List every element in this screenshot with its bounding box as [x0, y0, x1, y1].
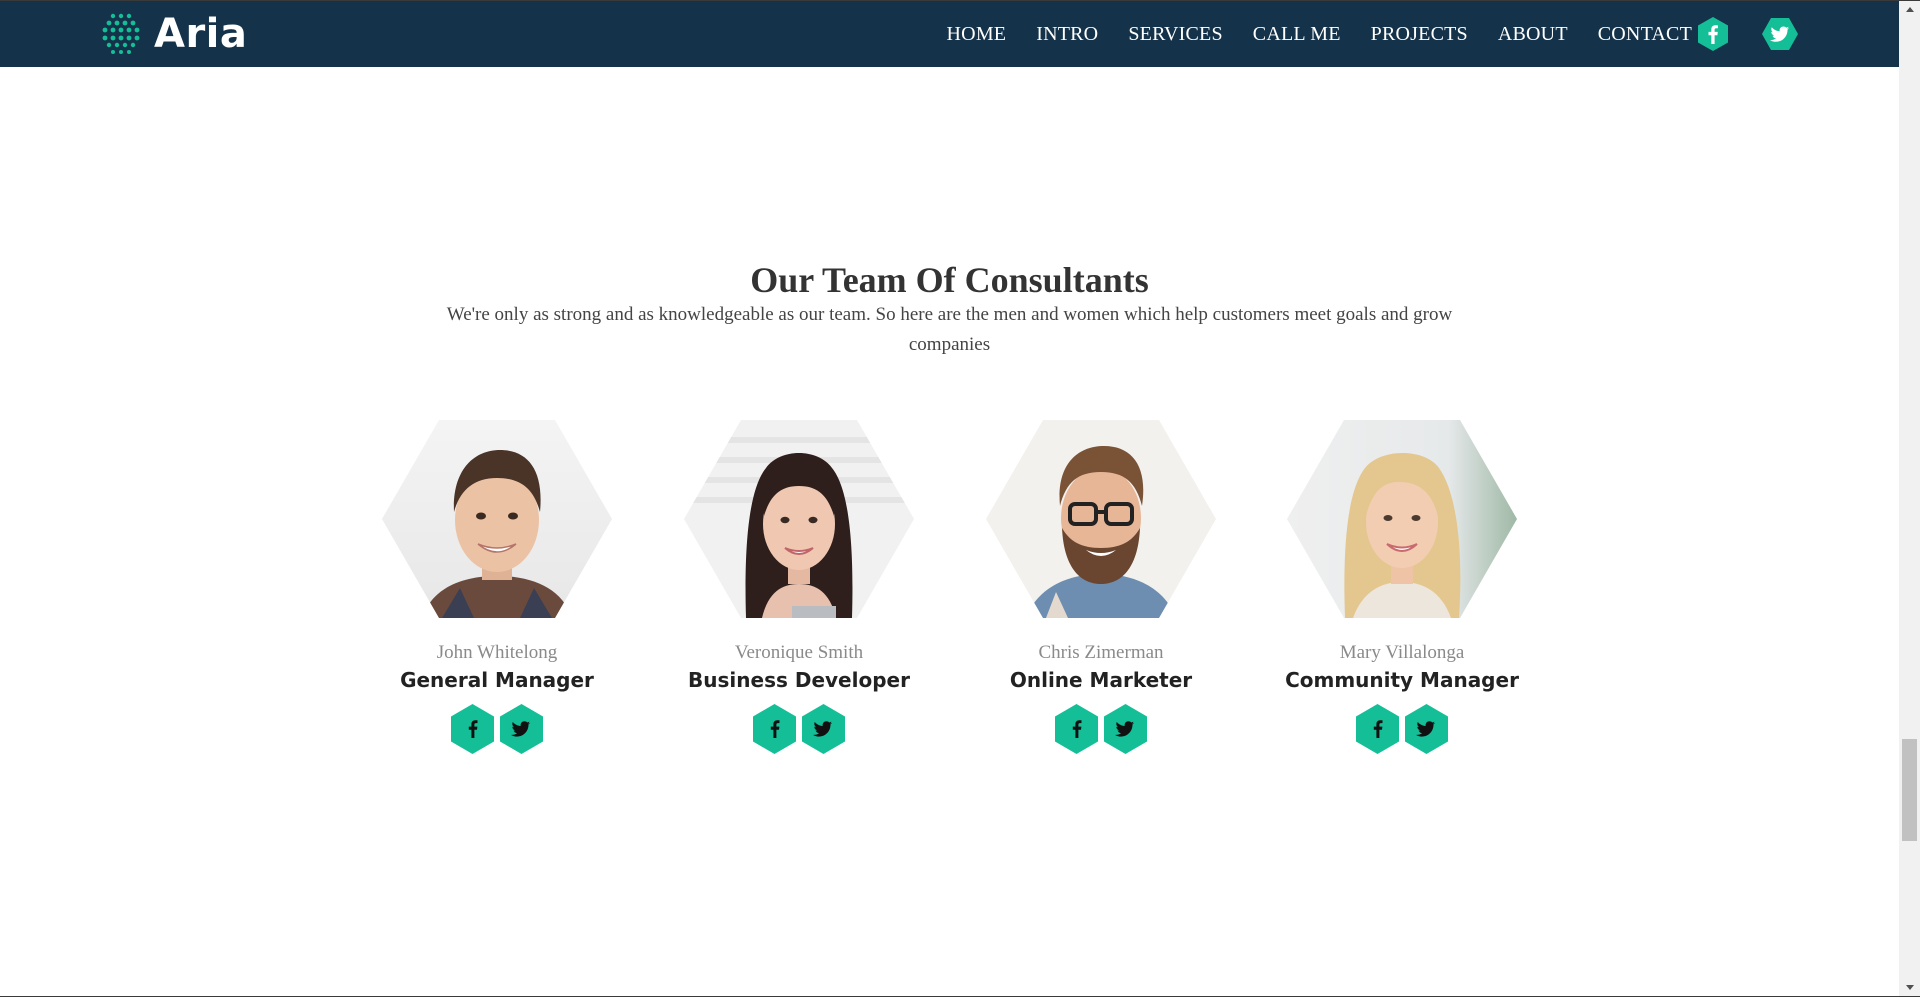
member-role: Online Marketer	[1009, 668, 1193, 692]
team-member-card: Veronique Smith Business Developer	[669, 420, 929, 757]
twitter-icon	[1405, 704, 1448, 754]
nav-link-services[interactable]: SERVICES	[1128, 23, 1222, 46]
facebook-icon	[1356, 704, 1399, 754]
nav-link-projects[interactable]: PROJECTS	[1371, 23, 1468, 46]
scroll-up-button[interactable]	[1899, 1, 1920, 18]
logo[interactable]: Aria	[100, 13, 247, 55]
nav-facebook-button[interactable]	[1695, 16, 1731, 52]
scroll-down-button[interactable]	[1899, 979, 1920, 996]
facebook-icon	[1698, 17, 1728, 51]
member-twitter-button[interactable]	[498, 703, 545, 755]
nav-link-intro[interactable]: INTRO	[1036, 23, 1098, 46]
nav-link-contact[interactable]: CONTACT	[1598, 23, 1692, 46]
member-name: Veronique Smith	[734, 642, 864, 663]
nav-link-about[interactable]: ABOUT	[1498, 23, 1568, 46]
twitter-icon	[500, 704, 543, 754]
member-facebook-button[interactable]	[1354, 703, 1401, 755]
member-name: Chris Zimerman	[1038, 642, 1164, 663]
member-twitter-button[interactable]	[800, 703, 847, 755]
main-nav: HOME INTRO SERVICES CALL ME PROJECTS ABO…	[947, 1, 1692, 67]
member-role: Business Developer	[688, 668, 910, 692]
twitter-icon	[1762, 18, 1798, 50]
member-photo	[986, 420, 1216, 618]
twitter-icon	[802, 704, 845, 754]
facebook-icon	[753, 704, 796, 754]
logo-text: Aria	[154, 11, 248, 57]
navbar: Aria HOME INTRO SERVICES CALL ME PROJECT…	[0, 1, 1899, 67]
member-facebook-button[interactable]	[449, 703, 496, 755]
logo-dots-icon	[102, 13, 140, 54]
member-facebook-button[interactable]	[751, 703, 798, 755]
member-social	[367, 703, 627, 757]
member-photo	[382, 420, 612, 618]
member-photo	[1287, 420, 1517, 618]
vertical-scrollbar[interactable]	[1899, 1, 1920, 996]
twitter-icon	[1104, 704, 1147, 754]
team-member-card: Mary Villalonga Community Manager	[1272, 420, 1532, 757]
member-facebook-button[interactable]	[1053, 703, 1100, 755]
section-intro: We're only as strong and as knowledgeabl…	[446, 304, 1453, 355]
member-social	[1272, 703, 1532, 757]
arrow-down-icon	[1905, 985, 1914, 990]
member-twitter-button[interactable]	[1403, 703, 1450, 755]
member-social	[669, 703, 929, 757]
facebook-icon	[1055, 704, 1098, 754]
member-role: General Manager	[400, 668, 594, 692]
nav-link-home[interactable]: HOME	[947, 23, 1007, 46]
team-member-card: John Whitelong General Manager	[367, 420, 627, 757]
nav-link-call-me[interactable]: CALL ME	[1253, 23, 1341, 46]
member-name: Mary Villalonga	[1339, 642, 1465, 663]
team-member-card: Chris Zimerman Online Marketer	[971, 420, 1231, 757]
member-social	[971, 703, 1231, 757]
member-name: John Whitelong	[436, 642, 558, 663]
scroll-thumb[interactable]	[1902, 739, 1917, 841]
facebook-icon	[451, 704, 494, 754]
member-twitter-button[interactable]	[1102, 703, 1149, 755]
arrow-up-icon	[1905, 7, 1914, 12]
nav-twitter-button[interactable]	[1760, 16, 1798, 52]
member-photo	[684, 420, 914, 618]
section-title: Our Team Of Consultants	[750, 260, 1149, 300]
member-role: Community Manager	[1285, 668, 1519, 692]
